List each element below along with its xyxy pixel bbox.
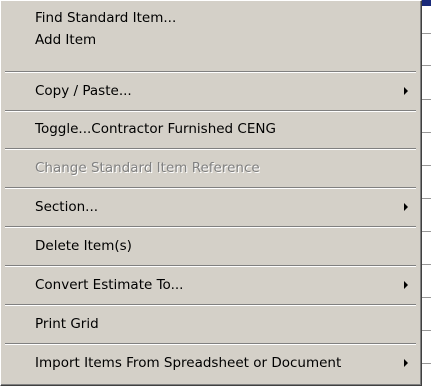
menu-item-convert-estimate[interactable]: Convert Estimate To... (3, 276, 418, 294)
menu-separator (5, 187, 416, 189)
menu-separator (5, 304, 416, 306)
menu-separator (5, 343, 416, 345)
menu-item-label: Import Items From Spreadsheet or Documen… (35, 355, 342, 371)
menu-item-label: Change Standard Item Reference (35, 160, 260, 176)
menu-separator (5, 71, 416, 73)
menu-item-label: Toggle...Contractor Furnished CENG (35, 121, 276, 137)
background-grid-edge (422, 0, 431, 386)
submenu-arrow-icon (404, 359, 408, 367)
menu-item-label: Find Standard Item... (35, 10, 177, 26)
background-gridline (422, 264, 431, 265)
menu-item-label: Delete Item(s) (35, 238, 132, 254)
menu-separator (5, 110, 416, 112)
menu-item-label: Convert Estimate To... (35, 277, 184, 293)
menu-separator (5, 226, 416, 228)
background-gridline (422, 330, 431, 331)
background-gridline (422, 165, 431, 166)
background-gridline (422, 297, 431, 298)
menu-separator (5, 265, 416, 267)
context-menu: Find Standard Item... Add Item Copy / Pa… (0, 0, 422, 386)
background-gridline (422, 198, 431, 199)
menu-item-toggle-contractor-furnished[interactable]: Toggle...Contractor Furnished CENG (3, 120, 418, 138)
submenu-arrow-icon (404, 87, 408, 95)
menu-item-section[interactable]: Section... (3, 198, 418, 216)
background-gridline (422, 33, 431, 34)
background-gridline (422, 65, 431, 66)
menu-item-label: Print Grid (35, 316, 99, 332)
menu-item-label: Copy / Paste... (35, 83, 132, 99)
menu-item-delete-items[interactable]: Delete Item(s) (3, 237, 418, 255)
background-title-bar (422, 0, 431, 6)
menu-item-label: Section... (35, 199, 99, 215)
menu-item-copy-paste[interactable]: Copy / Paste... (3, 82, 418, 100)
menu-item-add-item[interactable]: Add Item (3, 31, 418, 49)
menu-item-find-standard-item[interactable]: Find Standard Item... (3, 9, 418, 27)
background-gridline (422, 132, 431, 133)
menu-item-import-items[interactable]: Import Items From Spreadsheet or Documen… (3, 354, 418, 372)
submenu-arrow-icon (404, 203, 408, 211)
menu-item-change-standard-item-reference: Change Standard Item Reference (3, 159, 418, 177)
menu-item-label: Add Item (35, 32, 97, 48)
background-gridline (422, 363, 431, 364)
menu-separator (5, 148, 416, 150)
background-gridline (422, 231, 431, 232)
submenu-arrow-icon (404, 281, 408, 289)
background-gridline (422, 99, 431, 100)
menu-item-print-grid[interactable]: Print Grid (3, 315, 418, 333)
